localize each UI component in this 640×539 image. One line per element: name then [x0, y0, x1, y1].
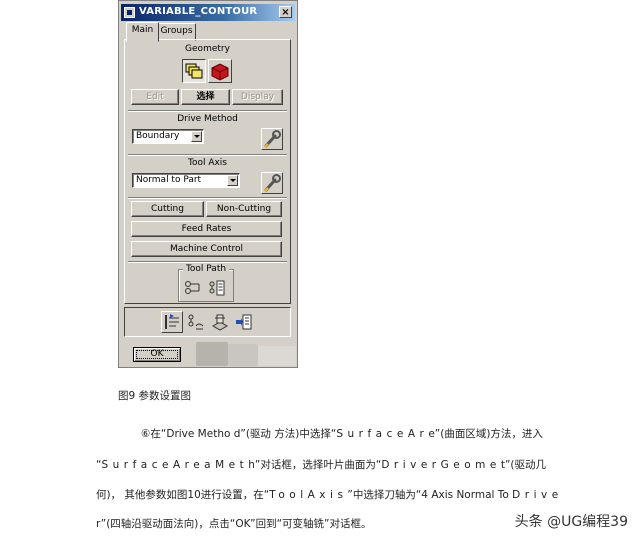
- drive-method-heading: Drive Method: [177, 114, 238, 124]
- drive-method-select[interactable]: Boundary: [132, 129, 204, 144]
- tab-main[interactable]: Main: [126, 22, 159, 42]
- part-geometry-icon[interactable]: [182, 59, 206, 83]
- main-panel: Geometry Edit 选择 Display Drive Method Bo…: [124, 39, 291, 304]
- watermark: 头条 @UG编程39: [514, 514, 628, 530]
- non-cutting-button[interactable]: Non-Cutting: [206, 201, 282, 217]
- display-button[interactable]: Display: [232, 89, 283, 105]
- close-button[interactable]: ×: [279, 6, 292, 18]
- drive-method-value: Boundary: [136, 131, 180, 141]
- verify-icon[interactable]: [185, 311, 207, 333]
- app-icon: [124, 7, 135, 18]
- divider: [128, 261, 287, 263]
- tool-axis-value: Normal to Part: [136, 175, 202, 185]
- dialog-title: VARIABLE_CONTOUR: [139, 6, 258, 17]
- wrench-icon: [264, 174, 281, 192]
- blurred-region: [228, 344, 258, 366]
- ok-button[interactable]: OK: [133, 347, 181, 362]
- feed-rates-button[interactable]: Feed Rates: [131, 221, 282, 237]
- drive-method-edit-button[interactable]: [261, 128, 283, 150]
- chevron-down-icon[interactable]: [191, 131, 202, 142]
- wrench-icon: [264, 130, 281, 148]
- divider: [128, 197, 287, 199]
- tool-axis-heading: Tool Axis: [187, 158, 227, 168]
- cutting-button[interactable]: Cutting: [131, 201, 204, 217]
- tool-axis-edit-button[interactable]: [261, 172, 283, 194]
- paragraph-line-3: 何)， 其他参数如图10进行设置，在“ToolAxis”中选择刀轴为“4 Axi…: [96, 489, 563, 501]
- check-geometry-icon[interactable]: [208, 59, 232, 83]
- title-bar[interactable]: VARIABLE_CONTOUR ×: [121, 4, 295, 21]
- chevron-down-icon[interactable]: [227, 175, 238, 186]
- machine-control-button[interactable]: Machine Control: [131, 241, 282, 257]
- paragraph-line-2: “SurfaceAreaMeth”对话框，选择叶片曲面为“DriverGeome…: [96, 459, 546, 471]
- geometry-heading: Geometry: [185, 44, 230, 54]
- list-icon[interactable]: [161, 311, 183, 333]
- replay-path-icon[interactable]: [207, 278, 227, 298]
- paragraph-line-1: ⑥在“Drive Metho d”(驱动 方法)中选择“SurfaceAre”(…: [141, 428, 543, 440]
- tool-path-heading: Tool Path: [183, 264, 229, 274]
- divider: [128, 154, 287, 156]
- blurred-region: [258, 346, 296, 366]
- bottom-toolbar: [124, 307, 291, 337]
- tool-axis-select[interactable]: Normal to Part: [132, 173, 240, 188]
- generate-path-icon[interactable]: [183, 278, 203, 298]
- blurred-region: [196, 342, 228, 366]
- output-icon[interactable]: [233, 311, 255, 333]
- figure-caption: 图9 参数设置图: [118, 390, 192, 402]
- divider: [128, 110, 287, 112]
- select-button[interactable]: 选择: [181, 89, 230, 105]
- variable-contour-dialog: VARIABLE_CONTOUR × Main Groups Geometry …: [118, 0, 298, 368]
- animate-icon[interactable]: [209, 311, 231, 333]
- paragraph-line-4: r”(四轴沿驱动面法向)，点击“OK”回到“可变轴铣”对话框。: [96, 518, 372, 530]
- edit-button[interactable]: Edit: [131, 89, 179, 105]
